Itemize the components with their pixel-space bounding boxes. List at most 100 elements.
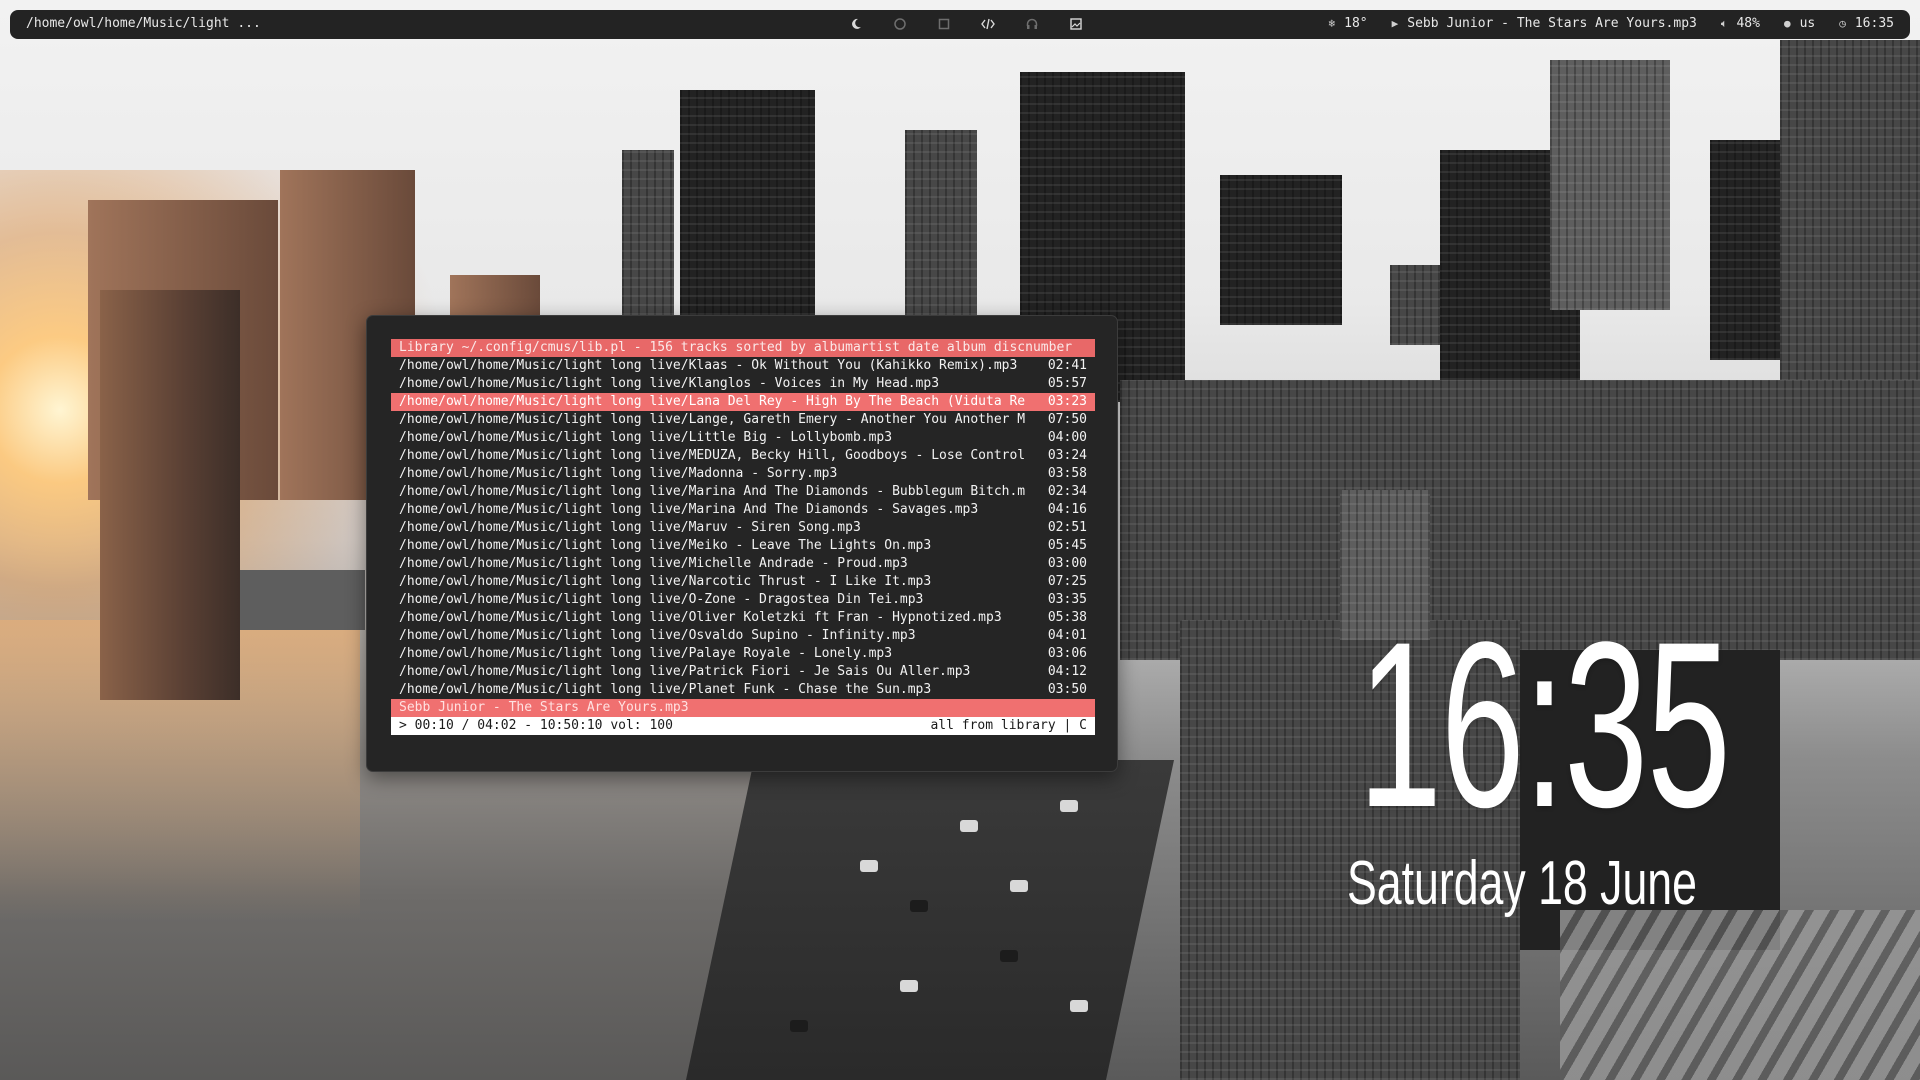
play-circle-icon: ▶ (1391, 17, 1399, 30)
track-path: /home/owl/home/Music/light long live/Mei… (399, 538, 932, 553)
track-path: /home/owl/home/Music/light long live/Pla… (399, 682, 932, 697)
car (1070, 1000, 1088, 1012)
now-playing-value: Sebb Junior - The Stars Are Yours.mp3 (1407, 16, 1697, 31)
track-row[interactable]: /home/owl/home/Music/light long live/Mar… (391, 483, 1095, 501)
moon-icon[interactable] (847, 15, 864, 32)
now-playing-line: Sebb Junior - The Stars Are Yours.mp3 (391, 699, 1095, 717)
square-icon[interactable] (935, 15, 952, 32)
track-duration: 03:58 (1047, 466, 1087, 481)
track-path: /home/owl/home/Music/light long live/Kla… (399, 376, 940, 391)
track-duration: 03:23 (1047, 394, 1087, 409)
track-duration: 07:25 (1047, 574, 1087, 589)
track-path: /home/owl/home/Music/light long live/Oli… (399, 610, 1002, 625)
building (1550, 60, 1670, 310)
track-row[interactable]: /home/owl/home/Music/light long live/Osv… (391, 627, 1095, 645)
track-path: /home/owl/home/Music/light long live/MED… (399, 448, 1026, 463)
time-value: 16:35 (1854, 16, 1894, 31)
track-row[interactable]: /home/owl/home/Music/light long live/Mar… (391, 501, 1095, 519)
bridge-road (685, 760, 1175, 1080)
track-row[interactable]: /home/owl/home/Music/light long live/Nar… (391, 573, 1095, 591)
track-path: /home/owl/home/Music/light long live/Lan… (399, 394, 1026, 409)
track-duration: 04:01 (1047, 628, 1087, 643)
building (240, 570, 365, 630)
track-path: /home/owl/home/Music/light long live/Lit… (399, 430, 893, 445)
cmus-view: Library ~/.config/cmus/lib.pl - 156 trac… (391, 339, 1095, 735)
globe-icon: ● (1783, 17, 1791, 30)
track-path: /home/owl/home/Music/light long live/Lan… (399, 412, 1026, 427)
workspace-switcher (847, 15, 1084, 32)
car (910, 900, 928, 912)
track-row[interactable]: /home/owl/home/Music/light long live/Pla… (391, 681, 1095, 699)
track-row[interactable]: /home/owl/home/Music/light long live/Oli… (391, 609, 1095, 627)
track-row[interactable]: /home/owl/home/Music/light long live/Pat… (391, 663, 1095, 681)
car (1060, 800, 1078, 812)
keyboard-layout-value: us (1799, 16, 1816, 31)
clock-icon: ◷ (1839, 17, 1846, 30)
circle-icon[interactable] (891, 15, 908, 32)
track-row[interactable]: /home/owl/home/Music/light long live/Mic… (391, 555, 1095, 573)
track-duration: 05:45 (1047, 538, 1087, 553)
status-line: > 00:10 / 04:02 - 10:50:10 vol: 100 all … (391, 717, 1095, 735)
desktop-date: Saturday 18 June (1347, 849, 1697, 918)
code-icon[interactable] (979, 15, 996, 32)
building (1710, 140, 1780, 360)
play-mode-status: all from library | C (930, 718, 1087, 733)
track-path: /home/owl/home/Music/light long live/Mar… (399, 502, 979, 517)
speaker-icon: 🔈︎ (1720, 16, 1728, 30)
track-duration: 03:50 (1047, 682, 1087, 697)
track-path: /home/owl/home/Music/light long live/O-Z… (399, 592, 924, 607)
track-path: /home/owl/home/Music/light long live/Pat… (399, 664, 971, 679)
track-row[interactable]: /home/owl/home/Music/light long live/Lan… (391, 411, 1095, 429)
parking-lot (1560, 910, 1920, 1080)
image-icon[interactable] (1067, 15, 1084, 32)
library-header: Library ~/.config/cmus/lib.pl - 156 trac… (391, 339, 1095, 357)
track-duration: 07:50 (1047, 412, 1087, 427)
building (1390, 265, 1440, 345)
car (1010, 880, 1028, 892)
car (1000, 950, 1018, 962)
track-duration: 03:35 (1047, 592, 1087, 607)
clock-widget-bar[interactable]: ◷ 16:35 (1839, 16, 1894, 31)
track-duration: 05:38 (1047, 610, 1087, 625)
window-title[interactable]: /home/owl/home/Music/light ... (26, 16, 261, 31)
track-row[interactable]: /home/owl/home/Music/light long live/Kla… (391, 375, 1095, 393)
track-row[interactable]: /home/owl/home/Music/light long live/Mad… (391, 465, 1095, 483)
track-row[interactable]: /home/owl/home/Music/light long live/Pal… (391, 645, 1095, 663)
track-row[interactable]: /home/owl/home/Music/light long live/Lan… (391, 393, 1095, 411)
now-playing-widget[interactable]: ▶ Sebb Junior - The Stars Are Yours.mp3 (1392, 16, 1697, 31)
track-row[interactable]: /home/owl/home/Music/light long live/O-Z… (391, 591, 1095, 609)
track-duration: 02:34 (1047, 484, 1087, 499)
top-bar: /home/owl/home/Music/light ... ❄ 18° ▶ S… (10, 10, 1910, 39)
track-path: /home/owl/home/Music/light long live/Mic… (399, 556, 908, 571)
car (960, 820, 978, 832)
track-duration: 02:51 (1047, 520, 1087, 535)
track-duration: 04:00 (1047, 430, 1087, 445)
track-row[interactable]: /home/owl/home/Music/light long live/Lit… (391, 429, 1095, 447)
weather-widget[interactable]: ❄ 18° (1329, 16, 1368, 31)
track-list: /home/owl/home/Music/light long live/Kla… (391, 357, 1095, 699)
track-row[interactable]: /home/owl/home/Music/light long live/MED… (391, 447, 1095, 465)
track-duration: 02:41 (1047, 358, 1087, 373)
track-path: /home/owl/home/Music/light long live/Mar… (399, 484, 1026, 499)
car (860, 860, 878, 872)
status-area: ❄ 18° ▶ Sebb Junior - The Stars Are Your… (1329, 16, 1894, 31)
track-path: /home/owl/home/Music/light long live/Nar… (399, 574, 932, 589)
track-duration: 03:00 (1047, 556, 1087, 571)
track-path: /home/owl/home/Music/light long live/Pal… (399, 646, 893, 661)
car (790, 1020, 808, 1032)
desktop-clock: 16:35 (1358, 593, 1731, 857)
weather-value: 18° (1344, 16, 1368, 31)
keyboard-layout-widget[interactable]: ● us (1784, 16, 1815, 31)
cmus-terminal-window[interactable]: Library ~/.config/cmus/lib.pl - 156 trac… (366, 315, 1118, 772)
volume-widget[interactable]: 🔈︎ 48% (1721, 16, 1760, 31)
headphones-icon[interactable] (1023, 15, 1040, 32)
track-duration: 04:16 (1047, 502, 1087, 517)
track-row[interactable]: /home/owl/home/Music/light long live/Mei… (391, 537, 1095, 555)
track-row[interactable]: /home/owl/home/Music/light long live/Mar… (391, 519, 1095, 537)
bridge-tower (100, 290, 240, 700)
track-path: /home/owl/home/Music/light long live/Mar… (399, 520, 861, 535)
snowflake-icon: ❄ (1328, 17, 1336, 30)
track-row[interactable]: /home/owl/home/Music/light long live/Kla… (391, 357, 1095, 375)
track-duration: 03:24 (1047, 448, 1087, 463)
track-path: /home/owl/home/Music/light long live/Mad… (399, 466, 838, 481)
